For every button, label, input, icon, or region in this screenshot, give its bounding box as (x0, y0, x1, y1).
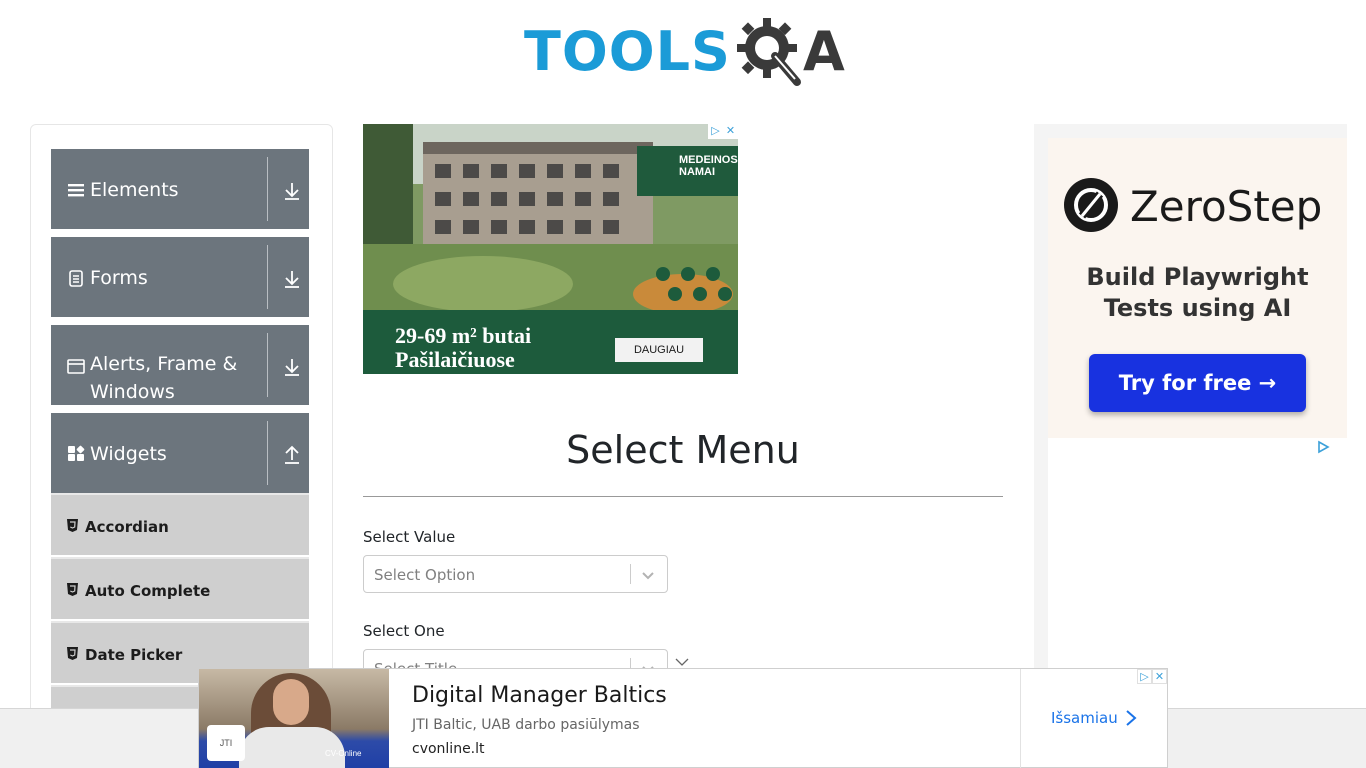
sidebar-group-label: Elements (90, 179, 179, 201)
ad-banner-cvonline[interactable]: JTI CV-Online Digital Manager Baltics JT… (198, 668, 1168, 768)
html5-icon (67, 583, 78, 596)
divider (267, 421, 268, 485)
adchoices-icon[interactable] (1316, 440, 1330, 454)
widgets-icon (67, 445, 85, 463)
divider (267, 333, 268, 397)
adchoices-icon[interactable]: ▷ (708, 124, 723, 139)
sidebar-group-elements[interactable]: Elements (51, 149, 309, 229)
ad-zerostep-card: ZeroStep Build Playwright Tests using AI… (1048, 138, 1347, 438)
download-arrow-icon[interactable] (282, 356, 302, 378)
close-icon[interactable]: ✕ (1152, 669, 1167, 684)
ad-headline-line: 29-69 m² butai (395, 323, 532, 348)
zerostep-tagline-line: Build Playwright (1086, 263, 1309, 291)
sidebar-item-label: Auto Complete (85, 582, 211, 600)
ad-banner-medeinos[interactable]: MEDEINOS NAMAI 29-69 m² butai Pašilaičiu… (363, 124, 738, 374)
logo-text-a: A (802, 20, 845, 83)
sidebar-item-label: Date Picker (85, 646, 183, 664)
zerostep-tagline-line: Tests using AI (1103, 294, 1292, 322)
ad-headline-line: Pašilaičiuose (395, 347, 515, 372)
sidebar-group-label: Widgets (90, 443, 167, 465)
try-for-free-button[interactable]: Try for free → (1089, 354, 1306, 412)
banner-title[interactable]: Digital Manager Baltics (412, 683, 667, 708)
sidebar-group-alerts[interactable]: Alerts, Frame & Windows (51, 325, 309, 405)
ad-brand-label: MEDEINOS NAMAI (637, 146, 738, 196)
sidebar-group-forms[interactable]: Forms (51, 237, 309, 317)
select-value-dropdown[interactable]: Select Option (363, 555, 668, 593)
sidebar-item-auto-complete[interactable]: Auto Complete (51, 557, 309, 619)
divider (267, 245, 268, 309)
logo-text: TOOLS (524, 20, 731, 83)
window-icon (67, 357, 85, 375)
toolsqa-logo[interactable]: TOOLS A (524, 14, 848, 90)
ad-headline: 29-69 m² butai Pašilaičiuose (395, 324, 625, 372)
html5-icon (67, 519, 78, 532)
zerostep-tagline: Build Playwright Tests using AI (1048, 262, 1347, 324)
divider (267, 157, 268, 221)
select-placeholder: Select Option (374, 566, 476, 584)
adchoices-icon[interactable]: ▷ (1137, 669, 1152, 684)
sidebar-group-label: Forms (90, 267, 148, 289)
gear-magnifier-icon (735, 14, 805, 90)
ad-blank-area (1048, 438, 1347, 690)
sidebar-item-label: Accordian (85, 518, 169, 536)
document-icon (67, 269, 85, 287)
sidebar-group-label: Alerts, Frame & Windows (90, 353, 238, 403)
html5-icon (67, 647, 78, 660)
title-divider (363, 496, 1003, 497)
ad-cta-button[interactable]: DAUGIAU (615, 338, 703, 362)
left-sidebar: Elements Forms Alerts, Frame & Windows W… (30, 124, 333, 724)
close-icon[interactable]: ✕ (723, 124, 738, 139)
sidebar-item-accordian[interactable]: Accordian (51, 493, 309, 555)
person-shirt (239, 727, 345, 768)
select-divider (630, 564, 631, 584)
banner-cta-link[interactable]: Išsamiau (1051, 709, 1118, 727)
hamburger-icon (67, 181, 85, 199)
banner-url: cvonline.lt (412, 741, 485, 757)
person-face (273, 679, 309, 725)
download-arrow-icon[interactable] (282, 268, 302, 290)
banner-person-image: JTI CV-Online (199, 669, 389, 768)
banner-divider (1020, 669, 1021, 768)
select-one-label: Select One (363, 622, 445, 640)
zerostep-brand: ZeroStep (1130, 182, 1323, 231)
page: TOOLS A Elements Forms Alerts, Frame & W… (0, 0, 1366, 768)
ad-zerostep[interactable]: ZeroStep Build Playwright Tests using AI… (1034, 124, 1347, 690)
cvonline-logo: CV-Online (325, 749, 362, 758)
banner-close-controls: ▷ ✕ (1137, 669, 1167, 684)
sidebar-group-widgets[interactable]: Widgets (51, 413, 309, 493)
upload-arrow-icon[interactable] (282, 444, 302, 466)
banner-subtitle: JTI Baltic, UAB darbo pasiūlymas (412, 717, 640, 733)
page-title: Select Menu (566, 428, 800, 472)
download-arrow-icon[interactable] (282, 180, 302, 202)
select-value-label: Select Value (363, 528, 456, 546)
zerostep-logo-icon (1064, 178, 1118, 232)
chevron-right-icon[interactable] (1125, 709, 1137, 727)
ad-close-controls: ▷ ✕ (708, 124, 738, 139)
jti-logo: JTI (207, 725, 245, 761)
chevron-down-icon[interactable] (640, 567, 656, 583)
